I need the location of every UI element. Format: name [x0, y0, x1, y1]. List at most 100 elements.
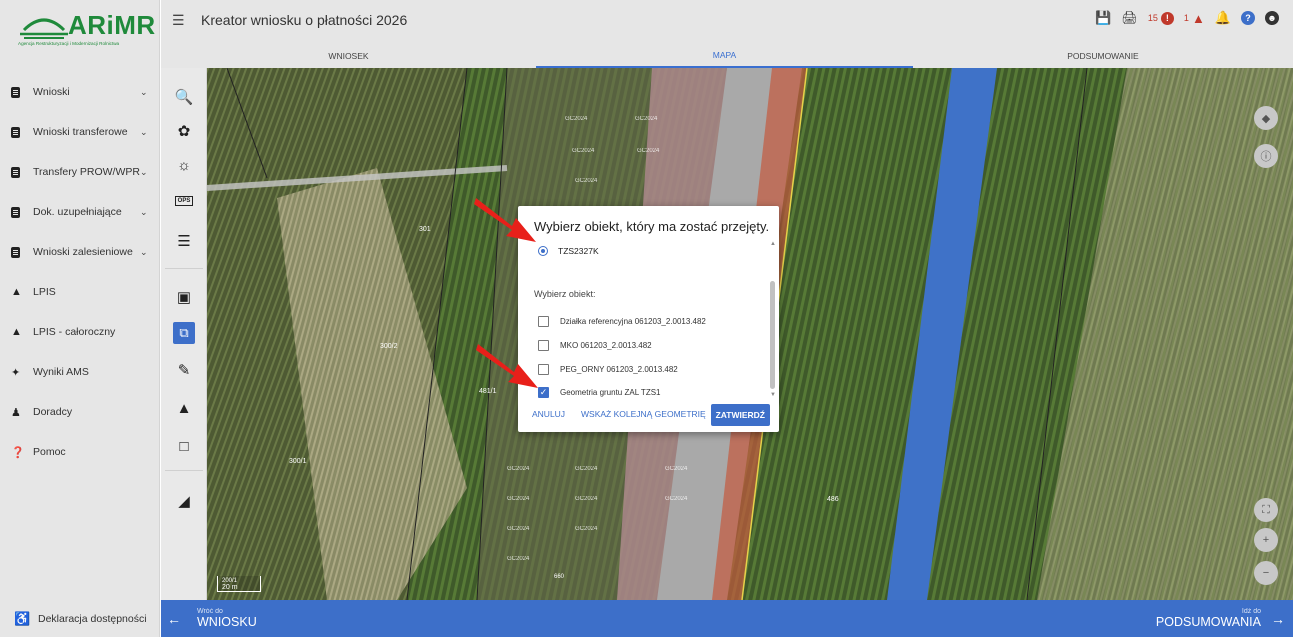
checkbox-label: Geometria gruntu ZAL TZS1 [560, 388, 661, 397]
warning-count-badge[interactable]: 1 ▲ [1184, 11, 1205, 26]
zoom-out-icon[interactable]: − [1254, 561, 1278, 585]
sidebar-item-wyniki-ams[interactable]: ✦ Wyniki AMS [0, 352, 160, 392]
area-tag: GC2024 [507, 556, 530, 562]
sidebar-item-lpis-caloroczny[interactable]: ▲ LPIS - całoroczny [0, 312, 160, 352]
tab-label: PODSUMOWANIE [1067, 51, 1139, 61]
user-account-icon[interactable]: ☻ [1265, 11, 1279, 25]
warning-icon: ▲ [1191, 10, 1205, 26]
checkbox-label: Działka referencyjna 061203_2.0013.482 [560, 317, 706, 326]
toolbar-divider [165, 268, 203, 269]
annotation-arrow-icon [476, 344, 538, 388]
annotation-arrow-icon [474, 198, 536, 242]
tab-podsumowanie[interactable]: PODSUMOWANIE [913, 44, 1293, 68]
toolbar-divider [165, 470, 203, 471]
area-tag: GC2024 [507, 466, 530, 472]
ops-label: OPS [174, 196, 194, 206]
ops-icon[interactable]: OPS [161, 186, 207, 216]
next-label: PODSUMOWANIA [1155, 615, 1261, 629]
checkbox-option-geometria[interactable]: ✓ Geometria gruntu ZAL TZS1 [538, 387, 661, 398]
sidebar-item-wnioski[interactable]: Wnioski ⌄ [0, 72, 160, 112]
area-tag: GC2024 [507, 526, 530, 532]
document-icon [11, 126, 33, 138]
trees-icon[interactable]: ▲ [161, 393, 207, 423]
search-icon[interactable]: 🔍 [161, 82, 207, 112]
go-to-podsumowanie-button[interactable]: Idź do PODSUMOWANIA → [1156, 600, 1285, 637]
chevron-down-icon: ⌄ [140, 206, 148, 217]
help-icon[interactable]: ? [1241, 11, 1255, 25]
document-icon [11, 86, 33, 98]
satellite-icon: ✦ [11, 366, 21, 379]
plant-icon[interactable]: ✿ [161, 116, 207, 146]
copy-geometry-icon[interactable]: ⧉ [161, 318, 207, 348]
scale-label: 20 m [222, 584, 238, 591]
checkbox-option-mko[interactable]: MKO 061203_2.0013.482 [538, 340, 652, 351]
select-parcel-icon[interactable]: ▣ [161, 282, 207, 312]
dialog-actions: ANULUJ WSKAŻ KOLEJNĄ GEOMETRIĘ ZATWIERDŹ [518, 404, 779, 426]
select-object-dialog: Wybierz obiekt, który ma zostać przejęty… [518, 206, 779, 432]
sidebar-item-wnioski-transferowe[interactable]: Wnioski transferowe ⌄ [0, 112, 160, 152]
dialog-scrollbar[interactable]: ▲ ▼ [769, 241, 776, 398]
back-to-wniosek-button[interactable]: ← Wróć do WNIOSKU [167, 600, 257, 637]
layers-icon[interactable]: ◆ [1254, 106, 1278, 130]
logo-subtitle: Agencja Restrukturyzacji i Modernizacji … [18, 41, 120, 46]
measure-icon[interactable]: ◢ [161, 486, 207, 516]
dialog-body: TZS2327K Wybierz obiekt: Działka referen… [518, 241, 770, 398]
hamburger-menu-icon[interactable]: ☰ [172, 12, 185, 29]
tab-wniosek[interactable]: WNIOSEK [161, 44, 536, 68]
sidebar-item-doradcy[interactable]: ♟ Doradcy [0, 392, 160, 432]
error-count-badge[interactable]: 15 ! [1147, 11, 1174, 25]
zoom-in-icon[interactable]: + [1254, 528, 1278, 552]
area-tag: GC2024 [575, 496, 598, 502]
cancel-button[interactable]: ANULUJ [532, 409, 565, 419]
sidebar-item-label: Transfery PROW/WPR [33, 166, 140, 178]
parcel-label: 300/2 [380, 343, 398, 350]
accessibility-icon: ♿ [14, 610, 31, 626]
sidebar-item-label: Wyniki AMS [33, 366, 89, 378]
tab-label: WNIOSEK [328, 51, 369, 61]
sidebar-item-pomoc[interactable]: ❓ Pomoc [0, 432, 160, 472]
sidebar-item-lpis[interactable]: ▲ LPIS [0, 272, 160, 312]
mountain-icon: ▲ [11, 286, 22, 298]
parcel-label: 486 [827, 496, 839, 503]
chevron-down-icon: ⌄ [140, 126, 148, 137]
tab-label: MAPA [712, 50, 737, 60]
warning-count: 1 [1183, 13, 1189, 23]
error-count: 15 [1147, 13, 1158, 23]
checkbox-option-peg-orny[interactable]: PEG_ORNY 061203_2.0013.482 [538, 364, 678, 375]
person-icon: ♟ [11, 406, 21, 419]
area-tag: GC2024 [575, 466, 598, 472]
sidebar-item-label: Wnioski transferowe [33, 126, 128, 138]
wizard-navigation-bar: ← Wróć do WNIOSKU Idź do PODSUMOWANIA → [161, 600, 1293, 637]
help-icon: ❓ [11, 446, 25, 459]
target-crop-icon[interactable]: ☼ [161, 150, 207, 180]
list-icon[interactable]: ☰ [161, 226, 207, 256]
scroll-thumb[interactable] [770, 281, 775, 389]
sidebar-item-dok-uzupelniajace[interactable]: Dok. uzupełniające ⌄ [0, 192, 160, 232]
next-geometry-button[interactable]: WSKAŻ KOLEJNĄ GEOMETRIĘ [581, 409, 706, 419]
print-icon[interactable]: 🖨 [1121, 10, 1138, 26]
info-icon[interactable]: ⓘ [1254, 144, 1278, 168]
save-icon[interactable]: 💾 [1095, 10, 1111, 26]
area-tag: GC2024 [572, 148, 595, 154]
arrow-left-icon: ← [167, 610, 181, 627]
arimr-logo[interactable]: ARiMR Agencja Restrukturyzacji i Moderni… [18, 8, 155, 48]
fullscreen-icon[interactable]: ⛶ [1254, 498, 1278, 522]
checkbox-icon [538, 316, 549, 327]
pencil-icon[interactable]: ✎ [161, 355, 207, 385]
sidebar-item-label: Pomoc [33, 446, 66, 458]
sidebar-item-wnioski-zalesieniowe[interactable]: Wnioski zalesieniowe ⌄ [0, 232, 160, 272]
logo-text: ARiMR [68, 10, 156, 40]
bell-icon[interactable]: 🔔 [1215, 10, 1231, 26]
bounding-box-icon[interactable]: □ [161, 431, 207, 461]
tab-mapa[interactable]: MAPA [536, 44, 913, 68]
sidebar-item-transfery[interactable]: Transfery PROW/WPR ⌄ [0, 152, 160, 192]
checkbox-option-dzialka[interactable]: Działka referencyjna 061203_2.0013.482 [538, 316, 706, 327]
confirm-button[interactable]: ZATWIERDŹ [710, 404, 770, 426]
scroll-down-icon: ▼ [770, 392, 776, 398]
checkbox-label: MKO 061203_2.0013.482 [560, 341, 652, 350]
accessibility-declaration-link[interactable]: ♿ Deklaracja dostępności [0, 600, 160, 637]
logo-emblem-icon [20, 18, 68, 39]
object-radio-option[interactable]: TZS2327K [538, 246, 599, 256]
chevron-down-icon: ⌄ [140, 166, 148, 177]
sidebar-item-label: LPIS - całoroczny [33, 326, 116, 338]
